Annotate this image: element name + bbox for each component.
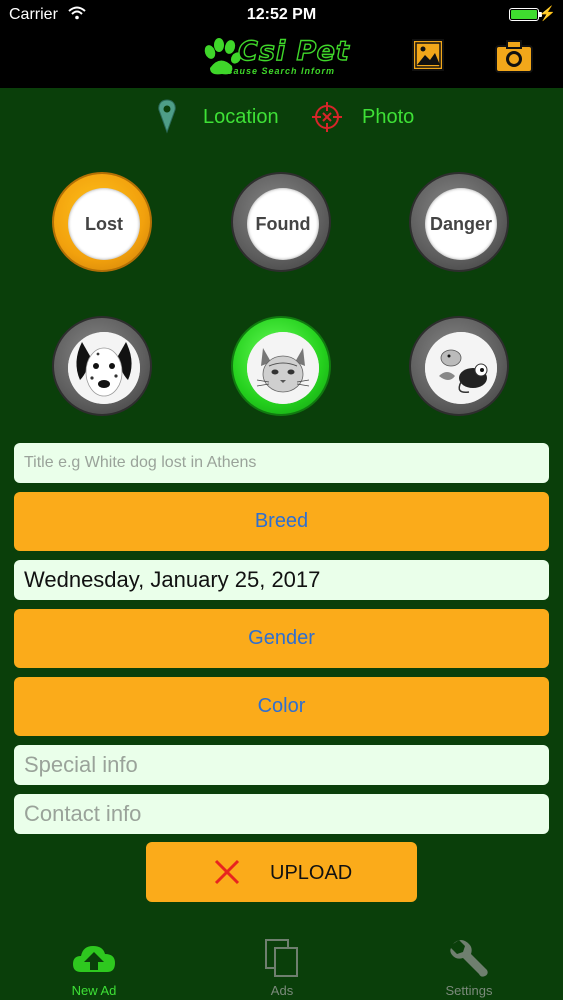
tab-ads[interactable]: Ads <box>188 930 376 1000</box>
type-danger-button[interactable]: Danger <box>409 172 509 272</box>
camera-icon <box>495 40 533 73</box>
title-placeholder: Title e.g White dog lost in Athens <box>24 454 257 471</box>
type-lost-label: Lost <box>68 188 140 260</box>
dog-icon <box>68 332 140 404</box>
upload-button[interactable]: UPLOAD <box>146 842 417 902</box>
logo-subtitle: Cause Search Inform <box>226 66 336 76</box>
camera-button[interactable] <box>494 36 534 76</box>
special-info-placeholder: Special info <box>24 752 138 777</box>
type-lost-button[interactable]: Lost <box>52 172 152 272</box>
cat-icon <box>247 332 319 404</box>
clock: 12:52 PM <box>246 6 317 23</box>
gender-label: Gender <box>248 627 315 649</box>
nav-bar: Csi Pet Cause Search Inform <box>0 30 563 88</box>
breed-button[interactable]: Breed <box>14 492 549 551</box>
animal-other-button[interactable] <box>409 316 509 416</box>
battery-icon <box>509 8 539 21</box>
location-pin-icon[interactable] <box>156 98 178 134</box>
color-button[interactable]: Color <box>14 677 549 736</box>
location-label[interactable]: Location <box>203 106 279 129</box>
type-found-button[interactable]: Found <box>231 172 331 272</box>
copy-icon <box>265 939 298 977</box>
crosshair-icon[interactable] <box>312 102 342 132</box>
tab-bar: New Ad Ads Settings <box>0 930 563 1000</box>
app-logo: Csi Pet Cause Search Inform <box>202 35 362 80</box>
other-animals-icon <box>425 332 497 404</box>
logo-title: Csi Pet <box>237 35 350 67</box>
breed-label: Breed <box>254 510 309 532</box>
contact-info-placeholder: Contact info <box>24 801 142 826</box>
tab-settings-label: Settings <box>445 983 493 998</box>
photo-label[interactable]: Photo <box>362 106 414 129</box>
tab-settings[interactable]: Settings <box>375 930 563 1000</box>
type-danger-label: Danger <box>425 188 497 260</box>
tab-new-ad-label: New Ad <box>71 983 117 998</box>
animal-cat-button[interactable] <box>231 316 331 416</box>
gallery-icon <box>412 39 444 71</box>
gallery-button[interactable] <box>410 36 450 76</box>
wrench-icon <box>450 940 488 977</box>
close-icon <box>214 859 240 885</box>
location-photo-row: Location Photo <box>0 96 563 140</box>
title-input[interactable]: Title e.g White dog lost in Athens <box>14 443 549 483</box>
date-value: Wednesday, January 25, 2017 <box>24 567 321 592</box>
gender-button[interactable]: Gender <box>14 609 549 668</box>
special-info-input[interactable]: Special info <box>14 745 549 785</box>
date-field[interactable]: Wednesday, January 25, 2017 <box>14 560 549 600</box>
tab-ads-label: Ads <box>270 983 294 998</box>
contact-info-input[interactable]: Contact info <box>14 794 549 834</box>
tab-new-ad[interactable]: New Ad <box>0 930 188 1000</box>
color-label: Color <box>257 695 306 717</box>
animal-dog-button[interactable] <box>52 316 152 416</box>
type-found-label: Found <box>247 188 319 260</box>
cloud-upload-icon <box>73 946 115 972</box>
upload-label: UPLOAD <box>270 862 353 884</box>
status-bar: Carrier 12:52 PM ⚡ <box>0 0 563 30</box>
charging-icon: ⚡ <box>538 5 556 21</box>
